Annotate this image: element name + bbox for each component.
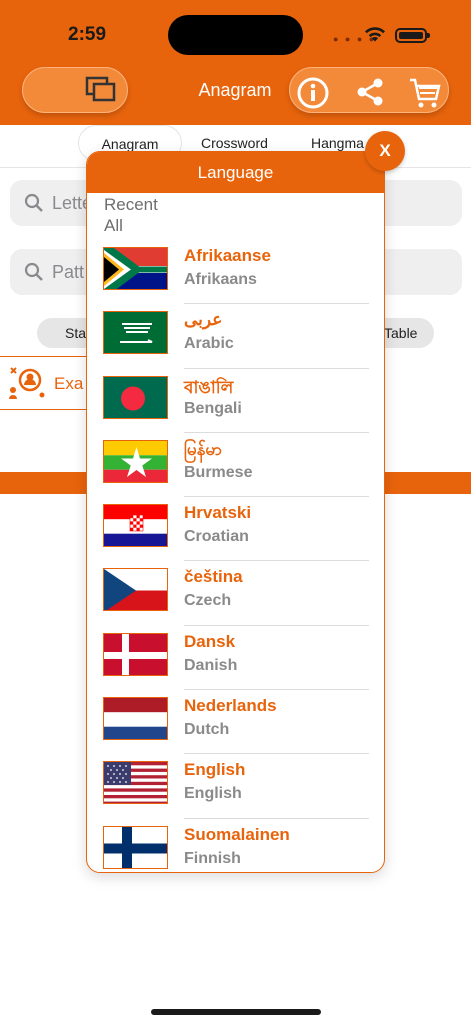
- cart-icon[interactable]: [408, 76, 442, 115]
- status-time: 2:59: [68, 24, 107, 45]
- example-button[interactable]: Exa: [0, 356, 96, 410]
- language-english-name: Dutch: [184, 721, 230, 739]
- bangladesh-flag-icon: [103, 375, 168, 419]
- language-native-name: Afrikaanse: [184, 246, 271, 265]
- language-english-name: Croatian: [184, 528, 249, 546]
- language-native-name: Nederlands: [184, 696, 277, 716]
- saudi-arabia-flag-icon: [103, 311, 168, 355]
- header-actions: [289, 67, 449, 113]
- info-icon[interactable]: [296, 76, 330, 115]
- section-all: All: [104, 216, 123, 235]
- language-native-name: čeština: [184, 567, 243, 587]
- south-africa-flag-icon: [103, 247, 168, 290]
- language-native-name: عربى: [184, 310, 223, 330]
- language-row-english[interactable]: English English: [87, 754, 384, 819]
- myanmar-flag-icon: [103, 439, 168, 483]
- language-row-afrikaans[interactable]: Afrikaanse Afrikaans: [87, 240, 384, 305]
- language-row-burmese[interactable]: မြန်မာ Burmese: [87, 433, 384, 498]
- croatia-flag-icon: [103, 504, 168, 548]
- dynamic-island: [168, 15, 303, 55]
- share-icon[interactable]: [354, 76, 386, 113]
- search-icon: [24, 193, 44, 218]
- section-recent: Recent: [104, 195, 158, 214]
- language-native-name: မြန်မာ: [184, 439, 223, 459]
- app-header: 2:59 ● ● ● ● Anagram: [0, 0, 471, 125]
- language-english-name: Danish: [184, 656, 238, 674]
- page-title: Anagram: [198, 80, 272, 100]
- finland-flag-icon: [103, 825, 168, 869]
- language-row-croatian[interactable]: Hrvatski Croatian: [87, 497, 384, 562]
- language-row-arabic[interactable]: عربى Arabic: [87, 304, 384, 369]
- language-english-name: Arabic: [184, 335, 234, 353]
- language-english-name: Finnish: [184, 849, 241, 867]
- language-row-finnish[interactable]: Suomalainen Finnish: [87, 819, 384, 872]
- language-row-bengali[interactable]: বাঙালি Bengali: [87, 369, 384, 433]
- home-indicator: [151, 1009, 321, 1015]
- language-english-name: Afrikaans: [184, 271, 257, 288]
- language-native-name: English: [184, 760, 246, 780]
- language-native-name: বাঙালি: [184, 377, 234, 397]
- search-icon: [24, 262, 44, 287]
- language-native-name: Suomalainen: [184, 824, 290, 844]
- language-english-name: Burmese: [184, 463, 253, 481]
- netherlands-flag-icon: [103, 697, 168, 741]
- language-row-dutch[interactable]: Nederlands Dutch: [87, 690, 384, 755]
- battery-icon: [395, 28, 430, 43]
- usa-flag-icon: [103, 761, 168, 805]
- language-native-name: Hrvatski: [184, 503, 252, 523]
- language-english-name: Bengali: [184, 399, 242, 417]
- copy-button[interactable]: [22, 67, 128, 113]
- language-english-name: Czech: [184, 592, 232, 610]
- language-row-danish[interactable]: Dansk Danish: [87, 626, 384, 691]
- language-picker-modal: Language Recent All Afrikaanse Afrikaans…: [86, 151, 385, 873]
- search-person-icon: [8, 366, 46, 407]
- language-row-czech[interactable]: čeština Czech: [87, 561, 384, 626]
- language-native-name: Dansk: [184, 631, 236, 651]
- language-list: Afrikaanse Afrikaans عربى Arabic বাঙালি …: [87, 240, 384, 872]
- denmark-flag-icon: [103, 632, 168, 676]
- copy-icon: [85, 76, 119, 111]
- example-label: Exa: [54, 374, 84, 393]
- close-button[interactable]: X: [365, 131, 405, 171]
- wifi-icon: [364, 26, 386, 48]
- modal-title: Language: [87, 152, 384, 193]
- language-english-name: English: [184, 785, 242, 803]
- czech-flag-icon: [103, 568, 168, 612]
- pattern-placeholder: Patt: [52, 262, 85, 282]
